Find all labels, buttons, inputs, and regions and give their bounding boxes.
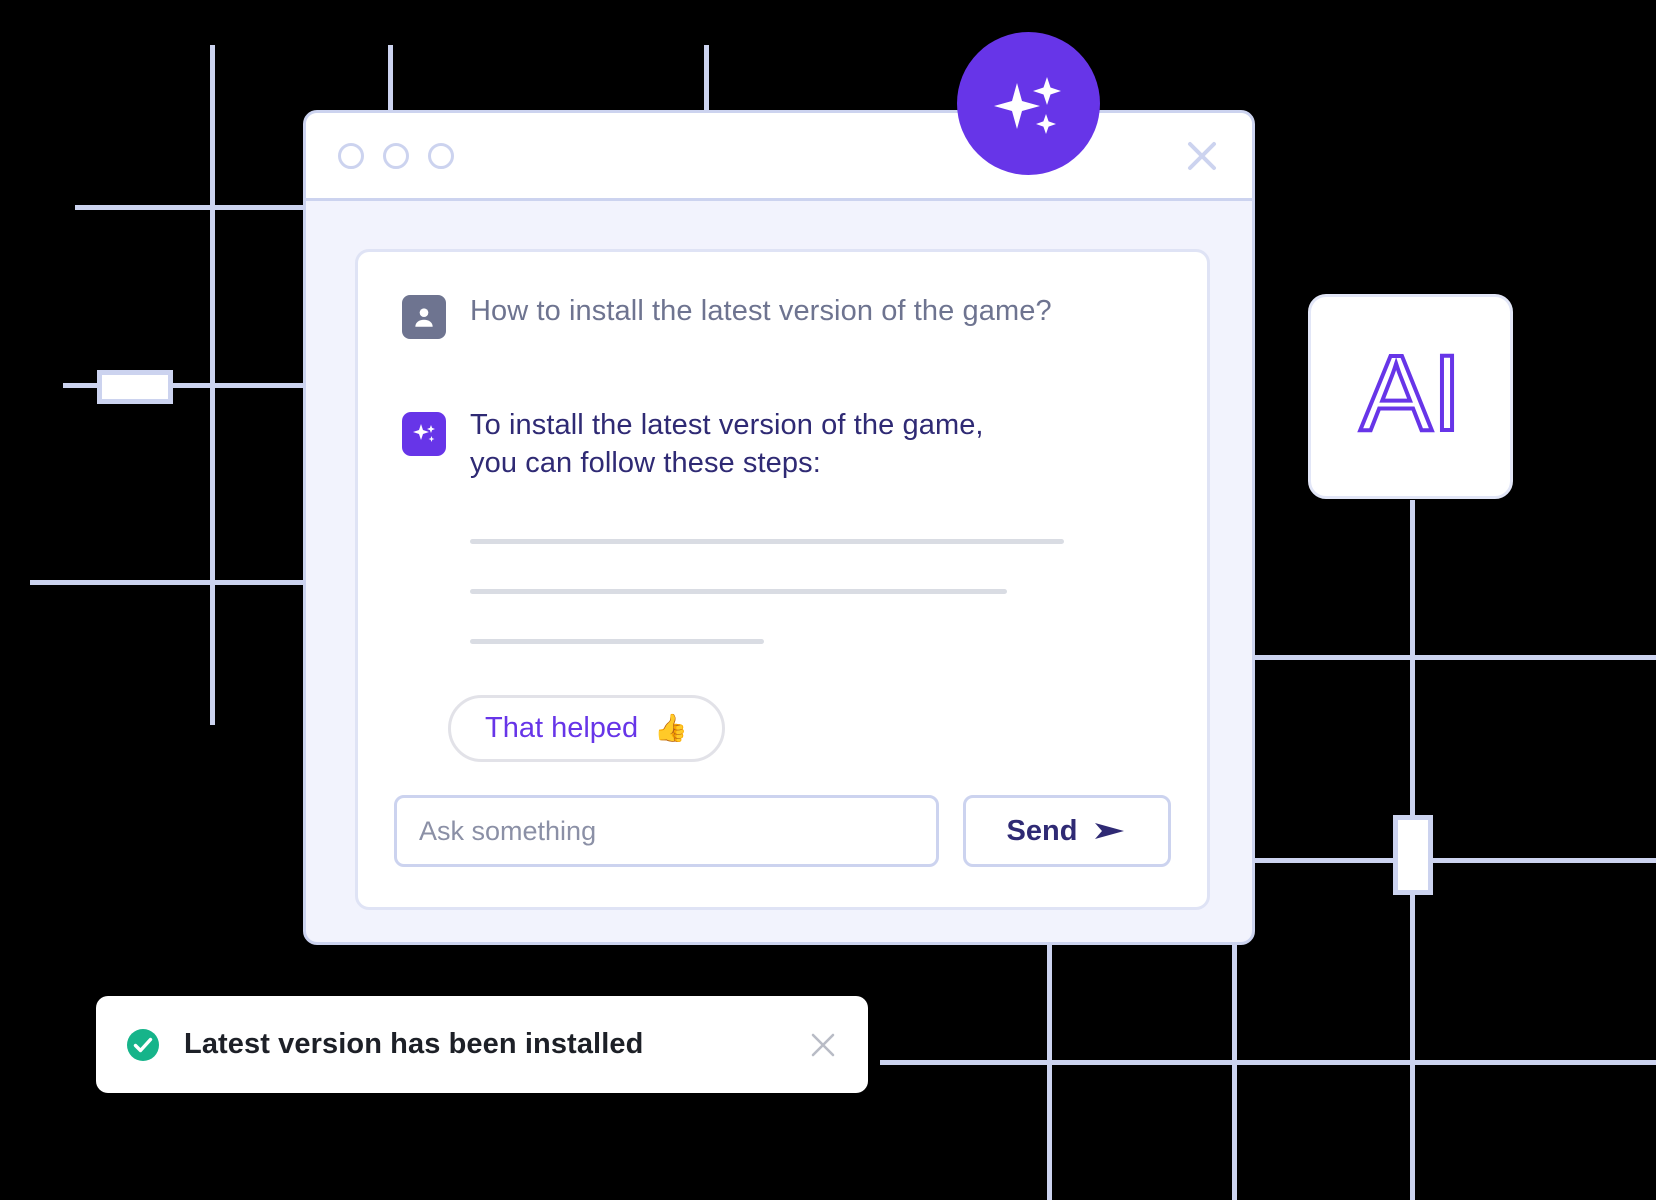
grid-line-horizontal	[75, 205, 315, 210]
ai-outline-text: AI	[1357, 342, 1463, 452]
grid-line-horizontal	[30, 580, 315, 585]
sparkles-icon	[993, 76, 1061, 134]
send-arrow-icon	[1095, 823, 1125, 839]
sparkles-glyph	[413, 424, 435, 442]
grid-node-left	[97, 370, 173, 404]
toast-close-button[interactable]	[806, 1028, 840, 1062]
grid-line-vertical	[1410, 500, 1415, 820]
ai-badge-card: AI	[1308, 294, 1513, 499]
chat-panel: How to install the latest version of the…	[355, 249, 1210, 910]
sparkles-badge	[957, 32, 1100, 175]
toast-message: Latest version has been installed	[184, 1028, 644, 1060]
check-circle-glyph	[127, 1028, 159, 1061]
screenshot-stage: AI How to install the latest version of …	[0, 0, 1656, 1200]
response-skeleton	[470, 538, 1163, 644]
toast-notification: Latest version has been installed	[96, 996, 868, 1093]
check-circle-icon	[124, 1026, 162, 1064]
window-dot-minimize[interactable]	[383, 142, 409, 169]
grid-line-vertical	[704, 45, 709, 115]
assistant-sparkles-icon	[402, 412, 446, 456]
user-message-text: How to install the latest version of the…	[470, 295, 1052, 327]
send-button-label: Send	[1006, 814, 1078, 847]
skeleton-line	[470, 588, 1007, 594]
grid-line-horizontal	[1255, 858, 1656, 863]
message-composer: Send	[394, 795, 1171, 867]
person-glyph	[415, 308, 433, 327]
close-icon	[811, 1033, 835, 1056]
window-dot-maximize[interactable]	[428, 142, 454, 169]
grid-node-right	[1393, 815, 1433, 895]
grid-line-horizontal	[880, 1060, 1656, 1065]
svg-text:AI: AI	[1359, 342, 1461, 452]
close-icon	[1188, 141, 1216, 170]
window-controls	[338, 142, 454, 169]
chat-window: How to install the latest version of the…	[303, 110, 1255, 945]
grid-line-horizontal	[1255, 655, 1656, 660]
skeleton-line	[470, 538, 1064, 544]
grid-line-vertical	[1232, 945, 1237, 1200]
grid-line-vertical	[1410, 890, 1415, 1200]
message-user: How to install the latest version of the…	[402, 292, 1163, 339]
grid-line-vertical	[1047, 945, 1052, 1200]
window-close-button[interactable]	[1182, 136, 1222, 176]
skeleton-line	[470, 638, 764, 644]
user-avatar-icon	[402, 295, 446, 339]
message-assistant: To install the latest version of the gam…	[402, 406, 1163, 483]
window-dot-close[interactable]	[338, 142, 364, 169]
window-titlebar	[306, 113, 1252, 201]
send-button[interactable]: Send	[963, 795, 1171, 867]
assistant-message-text: To install the latest version of the gam…	[470, 409, 984, 480]
thumbs-up-icon: 👍	[654, 712, 688, 743]
grid-line-vertical	[388, 45, 393, 115]
ask-input[interactable]	[394, 795, 939, 867]
that-helped-label: That helped	[485, 711, 639, 744]
that-helped-button[interactable]: That helped 👍	[448, 694, 725, 762]
